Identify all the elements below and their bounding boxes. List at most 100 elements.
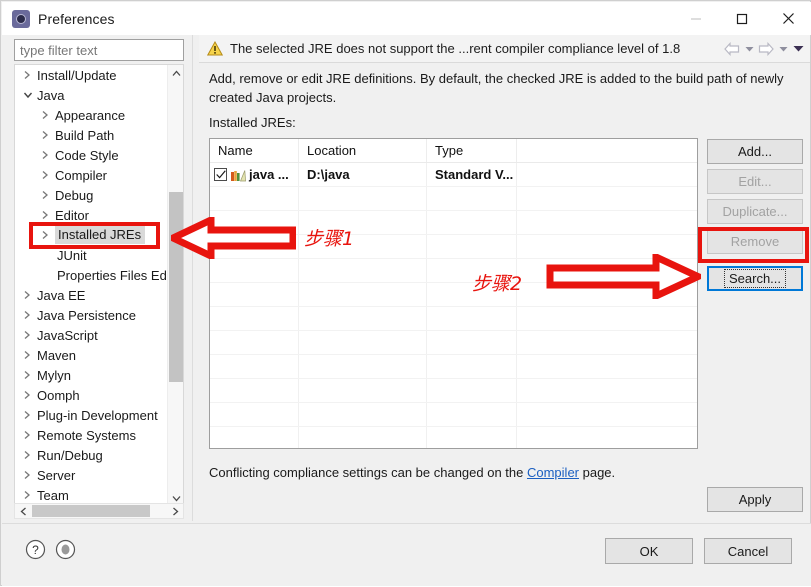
sidebar-item-run-debug[interactable]: Run/Debug	[15, 445, 167, 465]
sidebar-item-mylyn[interactable]: Mylyn	[15, 365, 167, 385]
preferences-tree[interactable]: Install/Update Java Appearance Build Path Co…	[14, 64, 184, 508]
chevron-right-icon[interactable]	[23, 290, 37, 300]
chevron-right-icon[interactable]	[41, 170, 55, 180]
sidebar-item-junit[interactable]: JUnit	[15, 245, 167, 265]
table-empty-row[interactable]	[210, 211, 697, 235]
table-empty-cell	[210, 235, 299, 258]
scroll-thumb[interactable]	[169, 192, 183, 382]
chevron-right-icon[interactable]	[23, 370, 37, 380]
minimize-icon[interactable]	[673, 2, 719, 35]
table-empty-row[interactable]	[210, 427, 697, 448]
table-empty-row[interactable]	[210, 379, 697, 403]
chevron-down-icon[interactable]	[23, 91, 37, 99]
sidebar-item-installed-jres[interactable]: Installed JREs	[15, 225, 167, 245]
chevron-right-icon[interactable]	[23, 330, 37, 340]
chevron-right-icon[interactable]	[41, 110, 55, 120]
table-empty-row[interactable]	[210, 235, 697, 259]
table-empty-cell	[517, 403, 697, 426]
scroll-up-icon[interactable]	[168, 65, 183, 82]
ok-button[interactable]: OK	[605, 538, 693, 564]
chevron-right-icon[interactable]	[23, 470, 37, 480]
sidebar-item-maven[interactable]: Maven	[15, 345, 167, 365]
sidebar-item-debug[interactable]: Debug	[15, 185, 167, 205]
table-empty-row[interactable]	[210, 331, 697, 355]
back-menu-caret-down-icon[interactable]	[743, 46, 755, 52]
message-nav-group	[724, 35, 804, 62]
sidebar-item-properties-files-ed[interactable]: Properties Files Ed	[15, 265, 167, 285]
chevron-right-icon[interactable]	[23, 310, 37, 320]
table-row[interactable]: java ... D:\java Standard V...	[210, 163, 697, 187]
table-empty-row[interactable]	[210, 259, 697, 283]
filter-input[interactable]	[14, 39, 184, 61]
chevron-right-icon[interactable]	[41, 130, 55, 140]
duplicate-button[interactable]: Duplicate...	[707, 199, 803, 224]
scroll-right-icon[interactable]	[167, 504, 183, 518]
chevron-right-icon[interactable]	[41, 190, 55, 200]
table-empty-cell	[427, 211, 517, 234]
table-empty-cell	[299, 331, 427, 354]
chevron-right-icon[interactable]	[41, 230, 55, 240]
column-header-name[interactable]: Name	[210, 139, 299, 162]
chevron-right-icon[interactable]	[23, 70, 37, 80]
cell-extra[interactable]	[517, 163, 697, 186]
sidebar-item-compiler[interactable]: Compiler	[15, 165, 167, 185]
jre-table[interactable]: Name Location Type java ... D:\java Stan…	[209, 138, 698, 449]
remove-button[interactable]: Remove	[707, 229, 803, 254]
edit-button[interactable]: Edit...	[707, 169, 803, 194]
column-header-location[interactable]: Location	[299, 139, 427, 162]
sidebar-item-java-persistence[interactable]: Java Persistence	[15, 305, 167, 325]
forward-menu-caret-down-icon[interactable]	[777, 46, 789, 52]
add-button[interactable]: Add...	[707, 139, 803, 164]
sidebar-item-java[interactable]: Java	[15, 85, 167, 105]
chevron-right-icon[interactable]	[23, 410, 37, 420]
table-empty-area[interactable]	[210, 187, 697, 448]
sidebar-item-plug-in-development[interactable]: Plug-in Development	[15, 405, 167, 425]
view-menu-caret-down-filled-icon[interactable]	[792, 45, 804, 52]
h-scroll-thumb[interactable]	[32, 505, 150, 517]
sidebar-item-editor[interactable]: Editor	[15, 205, 167, 225]
table-empty-row[interactable]	[210, 283, 697, 307]
back-arrow-icon[interactable]	[724, 41, 740, 56]
chevron-right-icon[interactable]	[23, 430, 37, 440]
forward-arrow-icon[interactable]	[758, 41, 774, 56]
svg-text:?: ?	[32, 543, 39, 557]
column-header-extra[interactable]	[517, 139, 697, 162]
sidebar-item-build-path[interactable]: Build Path	[15, 125, 167, 145]
help-question-icon[interactable]: ?	[25, 539, 46, 560]
maximize-icon[interactable]	[719, 2, 765, 35]
close-icon[interactable]	[765, 2, 811, 35]
sidebar-item-java-ee[interactable]: Java EE	[15, 285, 167, 305]
sidebar-item-remote-systems[interactable]: Remote Systems	[15, 425, 167, 445]
sidebar-item-oomph[interactable]: Oomph	[15, 385, 167, 405]
sidebar-item-javascript[interactable]: JavaScript	[15, 325, 167, 345]
sidebar-item-code-style[interactable]: Code Style	[15, 145, 167, 165]
tree-vertical-scrollbar[interactable]	[167, 65, 183, 507]
table-empty-row[interactable]	[210, 403, 697, 427]
table-empty-row[interactable]	[210, 307, 697, 331]
chevron-right-icon[interactable]	[41, 150, 55, 160]
scroll-left-icon[interactable]	[15, 504, 31, 518]
column-header-type[interactable]: Type	[427, 139, 517, 162]
chevron-right-icon[interactable]	[41, 210, 55, 220]
apply-button[interactable]: Apply	[707, 487, 803, 512]
chevron-right-icon[interactable]	[23, 490, 37, 500]
compiler-link[interactable]: Compiler	[527, 465, 579, 480]
chevron-right-icon[interactable]	[23, 390, 37, 400]
cell-type[interactable]: Standard V...	[427, 163, 517, 186]
restore-defaults-icon[interactable]	[55, 539, 76, 560]
sidebar-item-team[interactable]: Team	[15, 485, 167, 505]
chevron-right-icon[interactable]	[23, 350, 37, 360]
warning-icon	[207, 41, 223, 56]
cell-name[interactable]: java ...	[210, 163, 299, 186]
sidebar-item-install-update[interactable]: Install/Update	[15, 65, 167, 85]
chevron-right-icon[interactable]	[23, 450, 37, 460]
cancel-button[interactable]: Cancel	[704, 538, 792, 564]
jre-default-checkbox[interactable]	[214, 168, 227, 181]
sidebar-item-appearance[interactable]: Appearance	[15, 105, 167, 125]
cell-location[interactable]: D:\java	[299, 163, 427, 186]
table-empty-row[interactable]	[210, 355, 697, 379]
sidebar-item-server[interactable]: Server	[15, 465, 167, 485]
table-empty-row[interactable]	[210, 187, 697, 211]
tree-horizontal-scrollbar[interactable]	[14, 503, 184, 519]
search-button[interactable]: Search...	[707, 266, 803, 291]
